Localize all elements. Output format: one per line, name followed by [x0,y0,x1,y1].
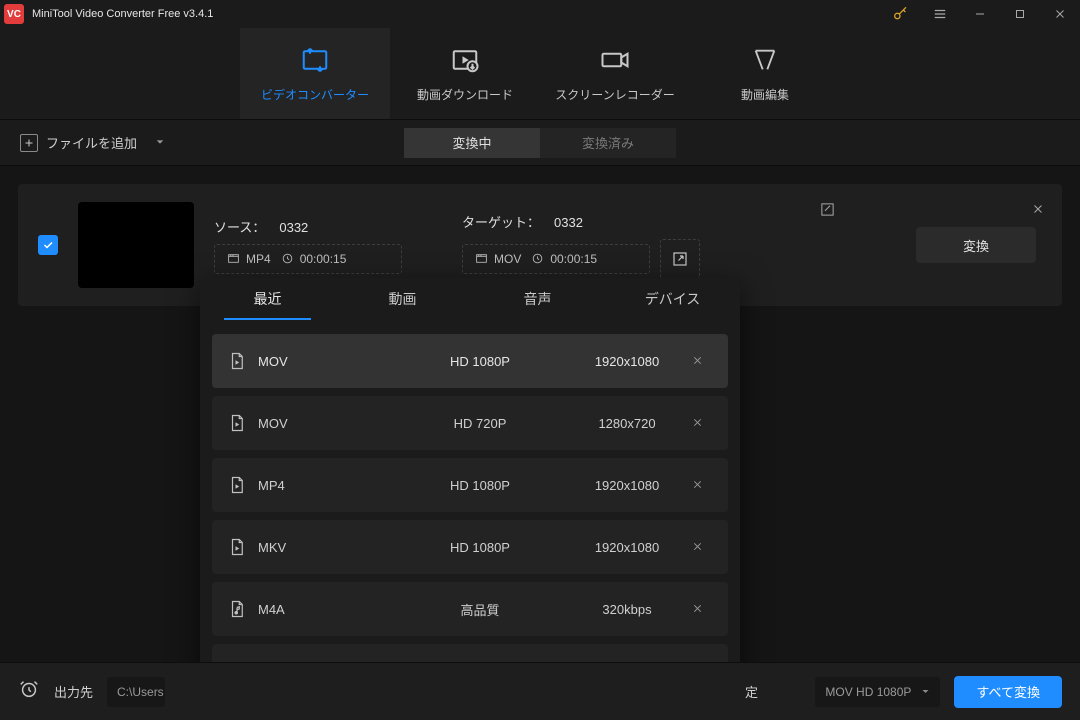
app-title: MiniTool Video Converter Free v3.4.1 [32,8,213,20]
row-quality: HD 1080P [388,478,572,493]
row-resolution: 1920x1080 [572,478,682,493]
edit-icon[interactable] [820,202,835,222]
tab-converting[interactable]: 変換中 [404,128,540,158]
target-format: MOV [475,252,521,266]
nav-label-download: 動画ダウンロード [417,86,513,103]
convert-all-button[interactable]: すべて変換 [954,676,1062,708]
tab-converted[interactable]: 変換済み [540,128,676,158]
row-resolution: 320kbps [572,602,682,617]
row-remove-icon[interactable] [682,478,712,493]
row-quality: 高品質 [388,600,572,619]
main-nav: ビデオコンバーター 動画ダウンロード スクリーンレコーダー 動画編集 [0,28,1080,120]
target-duration: 00:00:15 [531,252,597,266]
source-format: MP4 [227,252,271,266]
row-quality: HD 1080P [388,540,572,555]
chevron-down-icon [921,687,930,696]
close-icon[interactable] [1040,0,1080,28]
menu-icon[interactable] [920,0,960,28]
format-row[interactable]: MKVHD 1080P1920x1080 [212,520,728,574]
format-row[interactable]: MOVHD 1080P1920x1080 [212,334,728,388]
popup-tab-video[interactable]: 動画 [335,278,470,320]
source-details: MP4 00:00:15 [214,244,402,274]
popup-list[interactable]: MOVHD 1080P1920x1080MOVHD 720P1280x720MP… [200,320,740,698]
toolbar: ファイルを追加 変換中 変換済み [0,120,1080,166]
target-block: ターゲット：0332 MOV 00:00:15 [462,212,700,279]
download-icon [449,44,481,76]
nav-video-editor[interactable]: 動画編集 [690,28,840,119]
row-format: M4A [228,600,388,618]
source-duration: 00:00:15 [281,252,347,266]
target-name: 0332 [554,215,583,230]
titlebar: VC MiniTool Video Converter Free v3.4.1 [0,0,1080,28]
add-file-button[interactable]: ファイルを追加 [20,133,165,152]
row-remove-icon[interactable] [682,602,712,617]
task-checkbox[interactable] [38,235,58,255]
source-block: ソース：0332 MP4 00:00:15 [214,217,402,274]
schedule-icon[interactable] [18,678,40,705]
popup-tab-audio[interactable]: 音声 [470,278,605,320]
row-resolution: 1280x720 [572,416,682,431]
nav-label-converter: ビデオコンバーター [261,86,369,103]
row-format: MOV [228,352,388,370]
nav-video-download[interactable]: 動画ダウンロード [390,28,540,119]
row-remove-icon[interactable] [682,540,712,555]
target-details[interactable]: MOV 00:00:15 [462,244,650,274]
convert-button[interactable]: 変換 [916,227,1036,263]
popup-tab-recent[interactable]: 最近 [200,278,335,320]
format-row[interactable]: MP4HD 1080P1920x1080 [212,458,728,512]
plus-icon [20,134,38,152]
row-remove-icon[interactable] [682,354,712,369]
row-format: MP4 [228,476,388,494]
footer: 出力先 C:\Users 定 MOV HD 1080P すべて変換 [0,662,1080,720]
row-resolution: 1920x1080 [572,354,682,369]
row-quality: HD 720P [388,416,572,431]
add-file-label: ファイルを追加 [46,133,137,152]
converter-icon [299,44,331,76]
target-trunc-label: 定 [745,682,758,701]
minimize-icon[interactable] [960,0,1000,28]
compress-button[interactable] [660,239,700,279]
output-label: 出力先 [54,682,93,701]
key-icon[interactable] [880,0,920,28]
video-thumbnail[interactable] [78,202,194,288]
recorder-icon [599,44,631,76]
app-logo: VC [4,4,24,24]
maximize-icon[interactable] [1000,0,1040,28]
nav-label-recorder: スクリーンレコーダー [555,86,674,103]
remove-task-icon[interactable] [1032,202,1044,218]
row-resolution: 1920x1080 [572,540,682,555]
format-popup: 最近 動画 音声 デバイス MOVHD 1080P1920x1080MOVHD … [200,278,740,698]
format-row[interactable]: MOVHD 720P1280x720 [212,396,728,450]
nav-screen-recorder[interactable]: スクリーンレコーダー [540,28,690,119]
chevron-down-icon[interactable] [155,135,165,150]
nav-label-editor: 動画編集 [741,86,789,103]
row-format: MOV [228,414,388,432]
source-name: 0332 [279,220,308,235]
popup-tab-device[interactable]: デバイス [605,278,740,320]
nav-video-converter[interactable]: ビデオコンバーター [240,28,390,119]
format-row[interactable]: M4A高品質320kbps [212,582,728,636]
row-remove-icon[interactable] [682,416,712,431]
target-format-select[interactable]: MOV HD 1080P [815,677,940,707]
output-path[interactable]: C:\Users [107,677,165,707]
editor-icon [749,44,781,76]
row-format: MKV [228,538,388,556]
row-quality: HD 1080P [388,354,572,369]
